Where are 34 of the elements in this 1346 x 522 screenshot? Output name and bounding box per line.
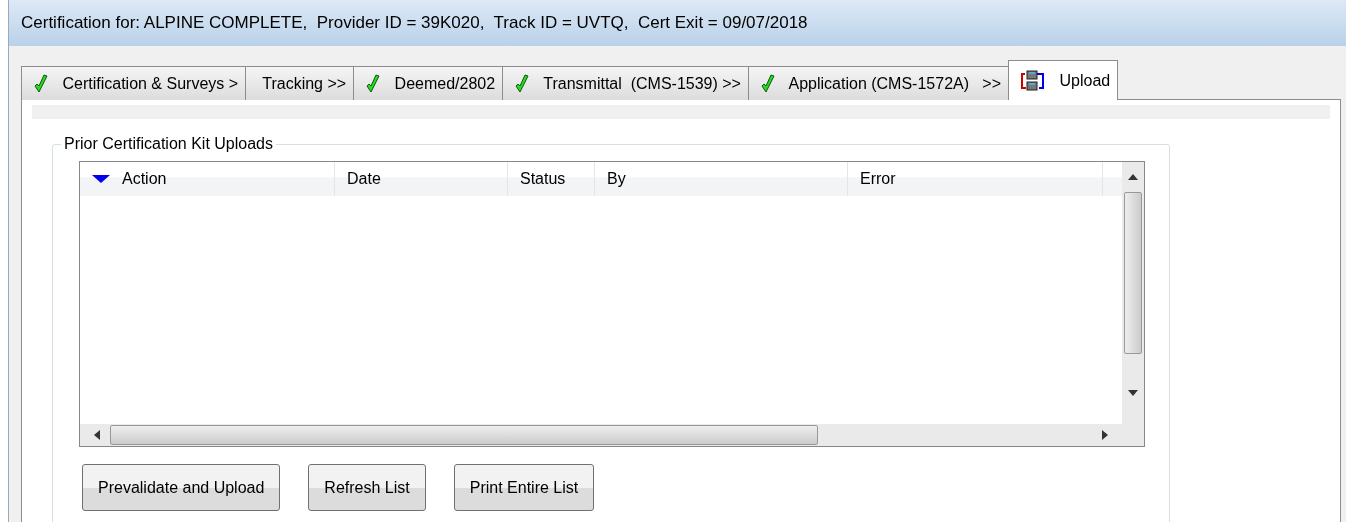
column-header[interactable]: By xyxy=(595,162,848,196)
scrollbar-thumb[interactable] xyxy=(1124,192,1142,354)
tab[interactable]: Tracking >> xyxy=(245,66,355,100)
column-label: Date xyxy=(347,170,381,188)
scroll-right-icon[interactable] xyxy=(1100,430,1108,440)
horizontal-scrollbar[interactable] xyxy=(80,424,1122,446)
scroll-down-icon[interactable] xyxy=(1128,390,1138,396)
action-button[interactable]: Refresh List xyxy=(308,464,426,511)
tab[interactable]: Certification & Surveys > xyxy=(21,66,247,100)
column-label: Error xyxy=(860,170,896,188)
action-button[interactable]: Print Entire List xyxy=(453,464,595,511)
action-button[interactable]: Prevalidate and Upload xyxy=(82,464,281,511)
group-title: Prior Certification Kit Uploads xyxy=(61,135,276,153)
window-title: Certification for: ALPINE COMPLETE, Provider ID = 39K020, Track ID = UVTQ, Cert Exit = 09/07/2018 xyxy=(21,13,808,33)
tab[interactable]: Upload xyxy=(1008,60,1119,100)
tab[interactable]: Application (CMS-1572A) >> xyxy=(747,66,1010,100)
checkmark-icon xyxy=(366,73,381,94)
column-header[interactable]: Date xyxy=(335,162,508,196)
upload-icon xyxy=(1021,69,1046,92)
column-label: Action xyxy=(122,170,167,188)
scroll-up-icon[interactable] xyxy=(1128,174,1138,180)
column-label: By xyxy=(607,170,626,188)
checkmark-icon xyxy=(760,73,775,94)
tab[interactable]: Deemed/2802 xyxy=(353,66,504,100)
tab[interactable]: Transmittal (CMS-1539) >> xyxy=(502,66,749,100)
vertical-scrollbar[interactable] xyxy=(1122,162,1144,446)
column-label: Status xyxy=(520,170,566,188)
checkmark-icon xyxy=(34,73,48,94)
column-header[interactable]: Action xyxy=(80,162,335,196)
checkmark-icon xyxy=(515,73,530,94)
scroll-left-icon[interactable] xyxy=(94,430,102,440)
scrollbar-thumb[interactable] xyxy=(110,425,818,445)
column-header[interactable]: Status xyxy=(508,162,595,196)
column-header[interactable]: Error xyxy=(848,162,1103,196)
